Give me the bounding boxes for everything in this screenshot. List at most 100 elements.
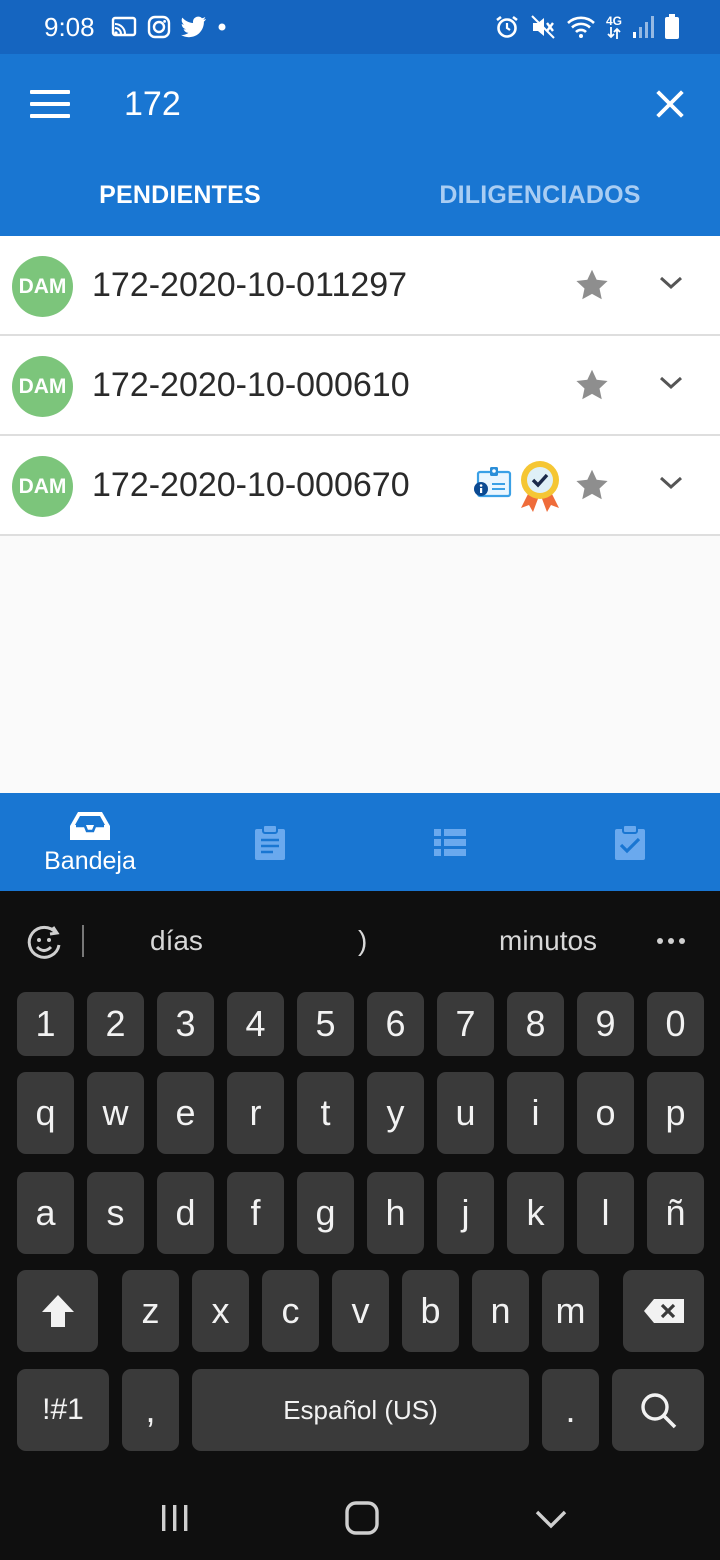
key-w[interactable]: w — [87, 1072, 144, 1154]
key-r[interactable]: r — [227, 1072, 284, 1154]
chevron-down-icon[interactable] — [658, 274, 684, 292]
inbox-icon — [70, 811, 110, 840]
key-c[interactable]: c — [262, 1270, 319, 1352]
list-item[interactable]: DAM 172-2020-10-000610 — [0, 336, 720, 436]
menu-button[interactable] — [28, 84, 72, 124]
star-icon[interactable] — [573, 467, 611, 503]
chevron-down-icon[interactable] — [658, 374, 684, 392]
battery-icon — [665, 14, 679, 39]
avatar: DAM — [12, 456, 73, 517]
key-o[interactable]: o — [577, 1072, 634, 1154]
signal-icon — [633, 16, 654, 38]
key-m[interactable]: m — [542, 1270, 599, 1352]
tab-diligenciados[interactable]: DILIGENCIADOS — [360, 154, 720, 236]
cast-icon — [111, 16, 136, 37]
emoji-icon[interactable] — [24, 923, 64, 963]
suggestion-3[interactable]: minutos — [499, 925, 597, 957]
comma-key[interactable]: , — [122, 1369, 179, 1451]
network-label: 4G — [605, 14, 622, 28]
key-p[interactable]: p — [647, 1072, 704, 1154]
suggestion-divider — [82, 925, 84, 957]
tab-pendientes[interactable]: PENDIENTES — [0, 154, 360, 236]
key-2[interactable]: 2 — [87, 992, 144, 1056]
key-q[interactable]: q — [17, 1072, 74, 1154]
suggestion-1[interactable]: días — [150, 925, 203, 957]
nav-item-clipboard[interactable] — [180, 793, 360, 891]
key-6[interactable]: 6 — [367, 992, 424, 1056]
key-v[interactable]: v — [332, 1270, 389, 1352]
key-5[interactable]: 5 — [297, 992, 354, 1056]
nav-item-bandeja[interactable]: Bandeja — [0, 793, 180, 891]
home-icon[interactable] — [344, 1500, 380, 1536]
key-u[interactable]: u — [437, 1072, 494, 1154]
menu-icon-bar — [30, 114, 70, 118]
backspace-icon — [643, 1299, 684, 1323]
menu-icon-bar — [30, 90, 70, 94]
list-item-title: 172-2020-10-000670 — [92, 466, 410, 504]
suggestion-bar: días ) minutos — [0, 891, 720, 991]
key-3[interactable]: 3 — [157, 992, 214, 1056]
key-y[interactable]: y — [367, 1072, 424, 1154]
star-icon[interactable] — [573, 267, 611, 303]
list-item-title: 172-2020-10-000610 — [92, 366, 410, 404]
status-left: 9:08 — [44, 12, 227, 43]
mute-icon — [531, 15, 555, 39]
period-key[interactable]: . — [542, 1369, 599, 1451]
status-time: 9:08 — [44, 11, 95, 42]
star-icon[interactable] — [573, 367, 611, 403]
app-bar — [0, 54, 720, 154]
results-list: DAM 172-2020-10-011297 DAM 172-2020-10-0… — [0, 236, 720, 536]
clipboard-icon — [255, 824, 285, 860]
search-icon — [641, 1393, 677, 1429]
list-item-title: 172-2020-10-011297 — [92, 266, 408, 304]
key-t[interactable]: t — [297, 1072, 354, 1154]
key-h[interactable]: h — [367, 1172, 424, 1254]
suggestion-2[interactable]: ) — [358, 925, 367, 957]
menu-icon-bar — [30, 102, 70, 106]
key-n[interactable]: n — [472, 1270, 529, 1352]
key-j[interactable]: j — [437, 1172, 494, 1254]
search-input[interactable] — [124, 80, 604, 128]
key-g[interactable]: g — [297, 1172, 354, 1254]
list-icon — [434, 829, 466, 856]
key-4[interactable]: 4 — [227, 992, 284, 1056]
key-0[interactable]: 0 — [647, 992, 704, 1056]
backspace-key[interactable] — [623, 1270, 704, 1352]
key-7[interactable]: 7 — [437, 992, 494, 1056]
chevron-down-icon[interactable] — [658, 474, 684, 492]
avatar: DAM — [12, 356, 73, 417]
space-key[interactable]: Español (US) — [192, 1369, 529, 1451]
instagram-icon — [147, 15, 170, 39]
key-1[interactable]: 1 — [17, 992, 74, 1056]
recent-apps-icon[interactable] — [158, 1503, 192, 1533]
key-d[interactable]: d — [157, 1172, 214, 1254]
avatar: DAM — [12, 256, 73, 317]
key-8[interactable]: 8 — [507, 992, 564, 1056]
more-icon[interactable] — [656, 937, 686, 945]
nav-item-list[interactable] — [360, 793, 540, 891]
status-right: 4G — [494, 14, 680, 40]
list-item[interactable]: DAM 172-2020-10-011297 — [0, 236, 720, 336]
hide-keyboard-icon[interactable] — [534, 1508, 568, 1530]
key-k[interactable]: k — [507, 1172, 564, 1254]
key-s[interactable]: s — [87, 1172, 144, 1254]
key-z[interactable]: z — [122, 1270, 179, 1352]
search-key[interactable] — [612, 1369, 704, 1451]
key-f[interactable]: f — [227, 1172, 284, 1254]
shift-key[interactable] — [17, 1270, 98, 1352]
key-e[interactable]: e — [157, 1072, 214, 1154]
nav-item-clipboard-check[interactable] — [540, 793, 720, 891]
key-b[interactable]: b — [402, 1270, 459, 1352]
shift-icon — [41, 1295, 74, 1327]
award-badge-icon — [521, 461, 559, 512]
key-9[interactable]: 9 — [577, 992, 634, 1056]
list-item[interactable]: DAM 172-2020-10-000670 — [0, 436, 720, 536]
close-icon[interactable] — [650, 84, 690, 124]
key-a[interactable]: a — [17, 1172, 74, 1254]
key-l[interactable]: l — [577, 1172, 634, 1254]
nav-label-bandeja: Bandeja — [44, 846, 136, 875]
symbols-key[interactable]: !#1 — [17, 1369, 109, 1451]
key-x[interactable]: x — [192, 1270, 249, 1352]
key-i[interactable]: i — [507, 1072, 564, 1154]
key-ñ[interactable]: ñ — [647, 1172, 704, 1254]
